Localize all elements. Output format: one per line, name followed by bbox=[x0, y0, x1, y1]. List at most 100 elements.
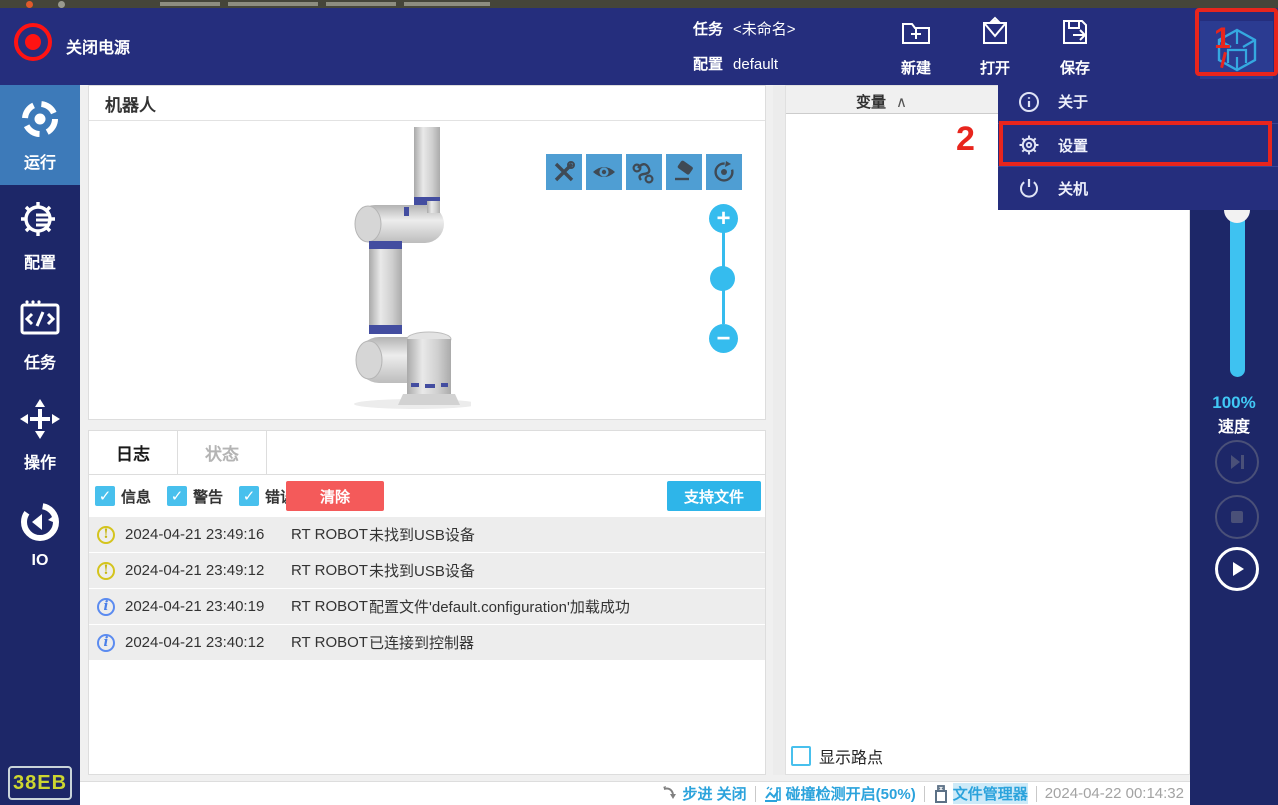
log-message: 已连接到控制器 bbox=[369, 635, 475, 652]
log-entry-list: ! 2024-04-21 23:49:16 RT ROBOT 未找到USB设备 … bbox=[89, 517, 765, 661]
filter-warning-label: 警告 bbox=[193, 488, 224, 506]
file-manager-button[interactable]: 文件管理器 bbox=[933, 783, 1028, 804]
reset-view-button[interactable] bbox=[706, 154, 742, 190]
path-waypoints-icon bbox=[632, 163, 654, 184]
plus-icon: + bbox=[709, 204, 738, 233]
sidebar-item-operate[interactable]: 操作 bbox=[0, 385, 80, 485]
config-value: default bbox=[733, 56, 779, 73]
separator bbox=[1035, 785, 1037, 802]
warning-icon: ! bbox=[97, 525, 115, 544]
annotation-number-1: 1 bbox=[1214, 22, 1231, 55]
filter-info-label: 信息 bbox=[121, 488, 152, 506]
menu-item-settings-label: 设置 bbox=[1058, 137, 1089, 155]
zoom-slider-handle[interactable] bbox=[710, 266, 735, 291]
speed-percent: 100% bbox=[1212, 393, 1256, 412]
log-entry: i 2024-04-21 23:40:12 RT ROBOT 已连接到控制器 bbox=[89, 625, 765, 660]
tools-icon bbox=[554, 161, 575, 182]
log-entry: ! 2024-04-21 23:49:16 RT ROBOT 未找到USB设备 bbox=[89, 517, 765, 552]
waypoint-row: 显示路点 bbox=[791, 744, 883, 768]
tab-log[interactable]: 日志 bbox=[89, 431, 178, 474]
annotation-number-2: 2 bbox=[956, 120, 975, 158]
move-arrows-icon bbox=[20, 399, 60, 439]
step-forward-icon bbox=[1231, 455, 1244, 469]
support-files-button[interactable]: 支持文件 bbox=[667, 481, 761, 511]
save-icon bbox=[1063, 20, 1087, 44]
save-task-button[interactable]: 保存 bbox=[1040, 16, 1110, 78]
step-forward-button[interactable] bbox=[1215, 440, 1259, 484]
filter-warning-checkbox[interactable]: ✓ bbox=[167, 486, 188, 506]
log-time: 2024-04-21 23:40:12 bbox=[125, 634, 265, 651]
clear-log-button[interactable]: 清除 bbox=[286, 481, 384, 511]
menu-item-about-label: 关于 bbox=[1058, 94, 1089, 111]
log-message: 未找到USB设备 bbox=[369, 563, 475, 580]
step-icon bbox=[662, 786, 676, 799]
variables-title: 变量 bbox=[856, 94, 887, 111]
erase-button[interactable] bbox=[666, 154, 702, 190]
stop-button[interactable] bbox=[1215, 495, 1259, 539]
clock-timestamp: 2024-04-22 00:14:32 bbox=[1044, 785, 1184, 802]
menu-item-settings[interactable]: 设置 bbox=[998, 123, 1278, 166]
log-message: 配置文件'default.configuration'加载成功 bbox=[369, 599, 630, 616]
window-minimize-icon[interactable] bbox=[58, 1, 65, 8]
variables-collapse-toggle[interactable]: 变量 ∧ bbox=[856, 91, 907, 112]
titlebar-text-remnant bbox=[160, 2, 220, 6]
play-button[interactable] bbox=[1215, 547, 1259, 591]
window-close-icon[interactable] bbox=[26, 1, 33, 8]
status-badge: 38EB bbox=[8, 766, 72, 800]
open-file-icon bbox=[983, 16, 1007, 44]
filter-info-checkbox[interactable]: ✓ bbox=[95, 486, 115, 506]
power-off-button[interactable] bbox=[14, 23, 52, 61]
robot-arm-model bbox=[354, 127, 471, 409]
save-task-label: 保存 bbox=[1059, 60, 1090, 77]
log-source: RT ROBOT bbox=[291, 634, 368, 651]
speed-label: 速度 bbox=[1217, 419, 1250, 436]
titlebar-text-remnant bbox=[326, 2, 396, 6]
log-tabs: 日志 状态 bbox=[89, 431, 765, 475]
play-icon bbox=[1233, 562, 1244, 576]
config-row: 配置 default bbox=[693, 53, 778, 74]
sidebar-item-io[interactable]: IO bbox=[0, 485, 80, 585]
sidebar-item-io-label: IO bbox=[31, 552, 49, 569]
zoom-in-button[interactable]: + bbox=[709, 204, 738, 233]
task-label: 任务 bbox=[693, 21, 724, 38]
filter-error-checkbox[interactable]: ✓ bbox=[239, 486, 260, 506]
menu-item-shutdown[interactable]: 关机 bbox=[998, 166, 1278, 209]
app-menu-logo-button[interactable] bbox=[1200, 21, 1273, 79]
window-titlebar bbox=[0, 0, 1278, 8]
speed-slider-track[interactable] bbox=[1230, 205, 1245, 377]
gear-icon bbox=[1019, 135, 1039, 155]
variables-scrollbar[interactable] bbox=[773, 85, 785, 775]
step-mode-toggle[interactable]: 步进 关闭 bbox=[662, 783, 747, 804]
task-code-icon bbox=[20, 300, 60, 335]
warning-icon: ! bbox=[97, 561, 115, 580]
sidebar-item-task[interactable]: 任务 bbox=[0, 285, 80, 385]
show-waypoints-label: 显示路点 bbox=[819, 750, 884, 767]
sidebar-item-run[interactable]: 运行 bbox=[0, 85, 80, 185]
file-manager-label: 文件管理器 bbox=[952, 783, 1028, 804]
menu-item-shutdown-label: 关机 bbox=[1058, 180, 1089, 198]
separator bbox=[923, 785, 925, 802]
collision-detection-toggle[interactable]: 碰撞检测开启(50%) bbox=[764, 783, 916, 804]
sidebar-item-run-label: 运行 bbox=[23, 155, 56, 172]
show-waypoints-checkbox[interactable] bbox=[791, 746, 811, 766]
sidebar-item-task-label: 任务 bbox=[23, 355, 56, 372]
titlebar-text-remnant bbox=[404, 2, 490, 6]
new-task-button[interactable]: 新建 bbox=[881, 16, 951, 78]
menu-item-about[interactable]: 关于 bbox=[998, 80, 1278, 123]
config-label: 配置 bbox=[693, 56, 724, 73]
eye-icon bbox=[593, 167, 615, 177]
robot-panel-title: 机器人 bbox=[89, 86, 765, 121]
visibility-button[interactable] bbox=[586, 154, 622, 190]
info-icon: i bbox=[97, 597, 115, 616]
zoom-out-button[interactable]: − bbox=[709, 324, 738, 353]
sidebar-item-operate-label: 操作 bbox=[23, 455, 56, 472]
eraser-icon bbox=[675, 160, 693, 181]
path-button[interactable] bbox=[626, 154, 662, 190]
log-panel: 日志 状态 ✓ 信息 ✓ 警告 ✓ 错误 清除 支持文件 ! 2024-04-2… bbox=[88, 430, 766, 775]
log-source: RT ROBOT bbox=[291, 598, 368, 615]
open-task-button[interactable]: 打开 bbox=[960, 16, 1030, 78]
sidebar-item-config[interactable]: 配置 bbox=[0, 185, 80, 285]
app-dropdown-menu: 关于 设置 关机 bbox=[998, 80, 1278, 210]
tools-button[interactable] bbox=[546, 154, 582, 190]
tab-status[interactable]: 状态 bbox=[178, 431, 267, 474]
